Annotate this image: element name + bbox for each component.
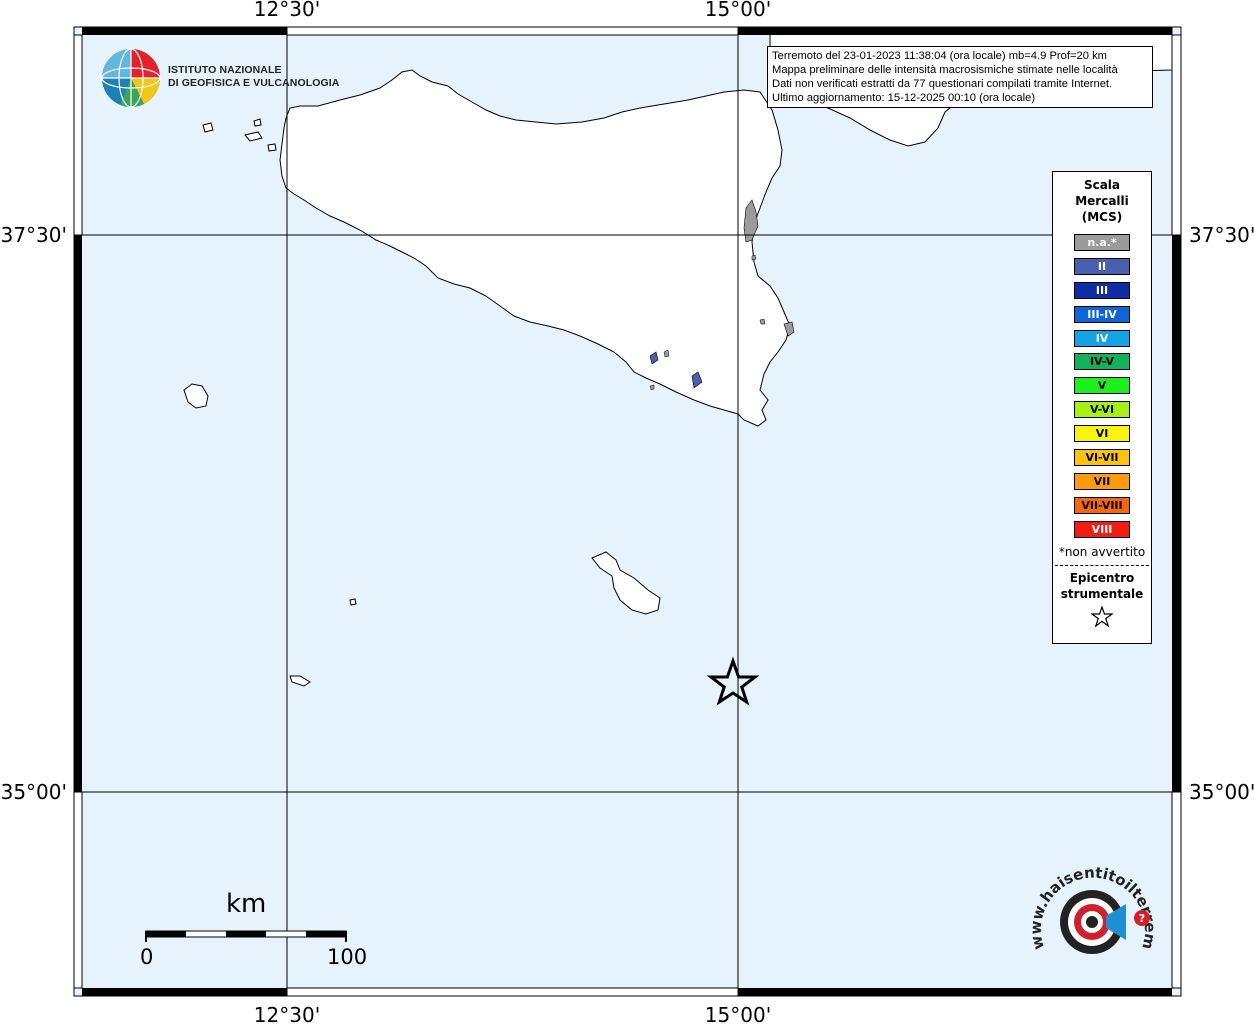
legend-item-vii-viii: VII-VIII xyxy=(1074,496,1130,514)
top-label-12-30: 12°30' xyxy=(254,0,320,21)
frame-bar-top-2 xyxy=(738,27,1172,35)
frame-bar-left-3 xyxy=(73,791,83,989)
legend-title-line-2: Mercalli xyxy=(1075,194,1129,208)
frame-bar-right-2 xyxy=(1172,235,1181,792)
legend-item-vi-vii: VI-VII xyxy=(1074,449,1130,467)
bottom-label-12-30: 12°30' xyxy=(254,1003,320,1024)
ingv-name-line-1: ISTITUTO NAZIONALE xyxy=(168,64,282,76)
left-label-35-00: 35°00' xyxy=(1,780,67,804)
top-label-15-00: 15°00' xyxy=(705,0,771,21)
ingv-name: ISTITUTO NAZIONALE DI GEOFISICA E VULCAN… xyxy=(168,64,339,90)
legend-item-iii-iv: III-IV xyxy=(1074,305,1130,323)
linosa-island xyxy=(349,598,357,606)
legend-epicenter-label: Epicentro strumentale xyxy=(1053,570,1151,602)
svg-text:?: ? xyxy=(1139,912,1145,925)
ingv-globe-icon xyxy=(101,48,161,108)
legend-title: Scala Mercalli (MCS) xyxy=(1053,177,1151,225)
legend-item-v-vi: V-VI xyxy=(1074,401,1130,419)
legend-item-vi: VI xyxy=(1074,425,1130,443)
ingv-name-line-2: DI GEOFISICA E VULCANOLOGIA xyxy=(168,77,340,89)
frame-bar-right-3 xyxy=(1171,791,1182,989)
left-label-37-30: 37°30' xyxy=(1,223,67,247)
event-info-box: Terremoto del 23-01-2023 11:38:04 (ora l… xyxy=(767,46,1153,108)
legend-item-iii: III xyxy=(1074,281,1130,299)
frame-bar-bottom-3 xyxy=(286,987,739,997)
legend-note: *non avvertito xyxy=(1058,544,1146,559)
scale-start-label: 0 xyxy=(140,945,154,969)
right-label-35-00: 35°00' xyxy=(1189,780,1254,804)
legend-item-iv-v: IV-V xyxy=(1074,353,1130,371)
legend-item-viii: VIII xyxy=(1074,520,1130,538)
event-info-line-4: Ultimo aggiornamento: 15-12-2025 00:10 (… xyxy=(772,92,1036,104)
frame-bar-bottom-2 xyxy=(738,988,1172,996)
legend-star-icon xyxy=(1053,604,1151,632)
frame-bar-top-3 xyxy=(286,26,739,36)
legend-title-line-3: (MCS) xyxy=(1081,210,1123,224)
legend-epicenter-line-2: strumentale xyxy=(1060,586,1144,601)
small-area-na-2 xyxy=(649,384,655,391)
legend-item-v: V xyxy=(1074,377,1130,395)
legend-item-iv: IV xyxy=(1074,329,1130,347)
aegadian-island-1 xyxy=(202,122,214,133)
intensity-legend: Scala Mercalli (MCS) n.a.* II III III-IV IV I… xyxy=(1052,171,1152,644)
scale-unit-label: km xyxy=(226,889,267,919)
legend-divider xyxy=(1055,564,1149,566)
event-info-line-2: Mappa preliminare delle intensità macros… xyxy=(772,64,1118,76)
small-area-na-3 xyxy=(759,318,766,325)
haisentito-logo: www.haisentitoilterremoto.it ? xyxy=(1023,844,1162,976)
bottom-label-15-00: 15°00' xyxy=(705,1003,771,1024)
frame-bar-right-1 xyxy=(1171,34,1182,236)
legend-title-line-1: Scala xyxy=(1083,178,1121,192)
ingv-logo: ISTITUTO NAZIONALE DI GEOFISICA E VULCAN… xyxy=(100,47,339,109)
aegadian-island-4 xyxy=(267,143,277,152)
frame-bar-left-1 xyxy=(73,34,83,236)
frame-bar-top-1 xyxy=(82,27,287,35)
frame-bar-bottom-1 xyxy=(82,988,287,996)
legend-epicenter-line-1: Epicentro xyxy=(1069,570,1135,585)
legend-item-n-a: n.a.* xyxy=(1074,234,1130,251)
event-info-line-1: Terremoto del 23-01-2023 11:38:04 (ora l… xyxy=(772,50,1107,62)
frame-bar-left-2 xyxy=(74,235,82,792)
event-info-line-3: Dati non verificati estratti da 77 quest… xyxy=(772,78,1113,90)
legend-item-ii: II xyxy=(1074,257,1130,275)
scale-end-label: 100 xyxy=(327,945,368,969)
small-area-na-4 xyxy=(751,254,757,261)
legend-item-vii: VII xyxy=(1074,472,1130,490)
legend-items: n.a.* II III III-IV IV IV-V V V-VI VI VI-VII VII VI… xyxy=(1053,234,1151,538)
right-label-37-30: 37°30' xyxy=(1189,223,1254,247)
